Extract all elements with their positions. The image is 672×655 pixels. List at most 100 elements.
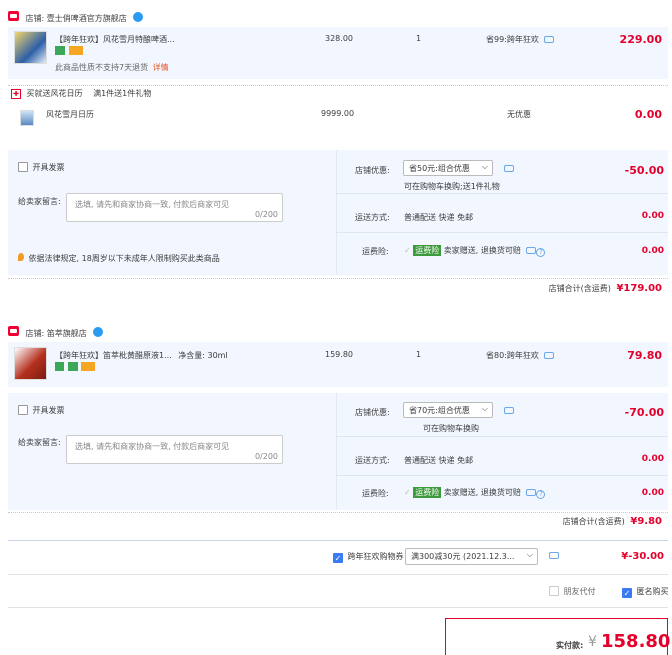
shop-coupon-select[interactable]: 省70元:组合优惠 ⌵ bbox=[403, 402, 493, 418]
shop-coupon-label: 店铺优惠: bbox=[355, 408, 390, 417]
shop1-item-qty: 1 bbox=[416, 34, 422, 43]
shop-coupon-value: -70.00 bbox=[624, 406, 664, 419]
currency-symbol: ¥ bbox=[588, 634, 597, 650]
help-icon[interactable]: ? bbox=[536, 490, 546, 499]
gift-banner-text: 买就送风花日历 bbox=[26, 89, 83, 98]
chat-icon[interactable] bbox=[504, 407, 514, 414]
invoice-option[interactable]: 开具发票 bbox=[18, 162, 65, 173]
invoice-checkbox[interactable] bbox=[18, 162, 28, 172]
shop2-item-total: 79.80 bbox=[627, 349, 662, 362]
insurance-option: ✓ 运费险 卖家赠送, 退换货可赔 ? bbox=[404, 245, 546, 257]
insurance-label: 运费险: bbox=[362, 489, 389, 498]
shop2-item-title[interactable]: 【跨年狂欢】笛萃枇黄醋原液1... 净含量: 30ml bbox=[55, 350, 228, 361]
shop1-item-discount: 省99:跨年狂欢 bbox=[486, 34, 555, 45]
platform-coupon: 跨年狂欢购物券 bbox=[333, 551, 404, 563]
check-icon: ✓ bbox=[404, 488, 411, 497]
chat-icon[interactable] bbox=[549, 552, 559, 559]
shop-coupon-select[interactable]: 省50元:组合优惠 ⌵ bbox=[403, 160, 493, 176]
message-label: 给卖家留言: bbox=[18, 197, 61, 206]
platform-coupon-label: 跨年狂欢购物券 bbox=[347, 552, 404, 561]
anonymous-checkbox[interactable] bbox=[622, 588, 632, 598]
insurance-text: 卖家赠送, 退换货可赔 bbox=[443, 246, 521, 255]
item-title-text[interactable]: 【跨年狂欢】笛萃枇黄醋原液1... bbox=[55, 351, 172, 360]
message-field[interactable]: 选填, 请先和商家协商一致, 付款后商家可见 0/200 bbox=[66, 193, 283, 222]
payment-label: 实付款: bbox=[556, 641, 584, 650]
shop2-item-discount: 省80:跨年狂欢 bbox=[486, 350, 555, 361]
gift-thumbnail[interactable] bbox=[20, 110, 34, 126]
aliwangwang-icon[interactable] bbox=[93, 327, 104, 337]
card-badge-icon bbox=[81, 362, 96, 371]
shop2-item-row bbox=[8, 342, 668, 387]
shop2-name[interactable]: 店铺: 笛萃旗舰店 bbox=[26, 329, 87, 338]
friend-pay-option[interactable]: 朋友代付 bbox=[549, 586, 596, 597]
invoice-label: 开具发票 bbox=[32, 163, 65, 172]
message-counter: 0/200 bbox=[254, 452, 278, 461]
service-badge-icon bbox=[67, 362, 78, 371]
shop1-item-total: 229.00 bbox=[619, 33, 662, 46]
details-link[interactable]: 详情 bbox=[153, 63, 169, 72]
shop1-item-price: 328.00 bbox=[325, 34, 353, 43]
check-icon: ✓ bbox=[404, 246, 411, 255]
law-notice: 依据法律规定, 18周岁以下未成年人限制购买此类商品 bbox=[18, 253, 220, 264]
shop-icon bbox=[8, 326, 19, 336]
invoice-label: 开具发票 bbox=[32, 406, 65, 415]
platform-coupon-amount: ¥-30.00 bbox=[621, 551, 664, 562]
shop1-header: 店铺: 壹士俏啤酒官方旗舰店 bbox=[8, 11, 144, 24]
subtotal-value: ¥179.00 bbox=[616, 283, 662, 294]
chat-icon[interactable] bbox=[544, 36, 555, 43]
help-icon[interactable]: ? bbox=[536, 248, 546, 257]
shop1-subtotal: 店铺合计(含运费) ¥179.00 bbox=[549, 283, 662, 294]
message-field[interactable]: 选填, 请先和商家协商一致, 付款后商家可见 0/200 bbox=[66, 435, 283, 464]
gift-price: 9999.00 bbox=[321, 109, 355, 118]
subtotal-label: 店铺合计(含运费) bbox=[562, 517, 625, 526]
anonymous-label: 匿名购买 bbox=[636, 587, 669, 596]
discount-text: 省99:跨年狂欢 bbox=[486, 35, 539, 44]
gift-discount: 无优惠 bbox=[507, 110, 531, 119]
platform-coupon-select[interactable]: 满300减30元 (2021.12.3... ⌵ bbox=[405, 548, 538, 565]
chat-icon[interactable] bbox=[504, 165, 514, 172]
service-badges bbox=[55, 46, 83, 57]
shop-coupon-label: 店铺优惠: bbox=[355, 166, 390, 175]
subtotal-value: ¥9.80 bbox=[630, 516, 662, 527]
chat-icon[interactable] bbox=[544, 352, 555, 359]
friend-pay-label: 朋友代付 bbox=[563, 587, 596, 596]
anonymous-option[interactable]: 匿名购买 bbox=[622, 586, 669, 598]
gift-rule-text: 满1件送1件礼物 bbox=[93, 89, 152, 98]
seven-day-badge-icon bbox=[55, 362, 64, 371]
coupon-note: 可在购物车换购 bbox=[423, 424, 479, 433]
message-placeholder: 选填, 请先和商家协商一致, 付款后商家可见 bbox=[75, 200, 230, 209]
shipping-label: 运送方式: bbox=[355, 213, 390, 222]
message-placeholder: 选填, 请先和商家协商一致, 付款后商家可见 bbox=[75, 442, 230, 451]
chevron-down-icon: ⌵ bbox=[481, 404, 488, 413]
shop2-item-price: 159.80 bbox=[325, 350, 353, 359]
friend-pay-checkbox[interactable] bbox=[549, 586, 559, 596]
invoice-checkbox[interactable] bbox=[18, 405, 28, 415]
gift-title[interactable]: 风花雪月日历 bbox=[46, 109, 94, 120]
payment-summary: 实付款: ¥ 158.80 bbox=[445, 618, 671, 655]
chevron-down-icon: ⌵ bbox=[481, 162, 488, 171]
insurance-badge: 运费险 bbox=[413, 245, 442, 256]
payment-amount: 158.80 bbox=[601, 631, 671, 652]
product-thumbnail[interactable] bbox=[14, 31, 47, 64]
location-pin-icon bbox=[18, 253, 24, 261]
shop1-notice: 此商品性质不支持7天退货 详情 bbox=[55, 62, 169, 73]
shipping-fee: 0.00 bbox=[641, 454, 664, 464]
shipping-fee: 0.00 bbox=[641, 211, 664, 221]
discount-text: 省80:跨年狂欢 bbox=[486, 351, 539, 360]
message-counter: 0/200 bbox=[254, 210, 278, 219]
invoice-option[interactable]: 开具发票 bbox=[18, 405, 65, 416]
chat-icon[interactable] bbox=[526, 247, 537, 254]
insurance-fee: 0.00 bbox=[641, 488, 664, 498]
chat-icon[interactable] bbox=[526, 489, 537, 496]
product-thumbnail[interactable] bbox=[14, 347, 47, 380]
aliwangwang-icon[interactable] bbox=[133, 12, 144, 22]
shop1-item-title[interactable]: 【跨年狂欢】风花雪月特酿啤酒... bbox=[55, 34, 175, 45]
gift-total: 0.00 bbox=[634, 108, 662, 121]
insurance-label: 运费险: bbox=[362, 247, 389, 256]
shipping-value: 普通配送 快递 免邮 bbox=[404, 213, 474, 222]
platform-coupon-checkbox[interactable] bbox=[333, 553, 343, 563]
law-notice-text: 依据法律规定, 18周岁以下未成年人限制购买此类商品 bbox=[28, 254, 220, 263]
shop1-name[interactable]: 店铺: 壹士俏啤酒官方旗舰店 bbox=[26, 14, 127, 23]
gift-icon: ✚ bbox=[11, 89, 21, 99]
platform-coupon-value: 满300减30元 (2021.12.3... bbox=[411, 552, 515, 561]
